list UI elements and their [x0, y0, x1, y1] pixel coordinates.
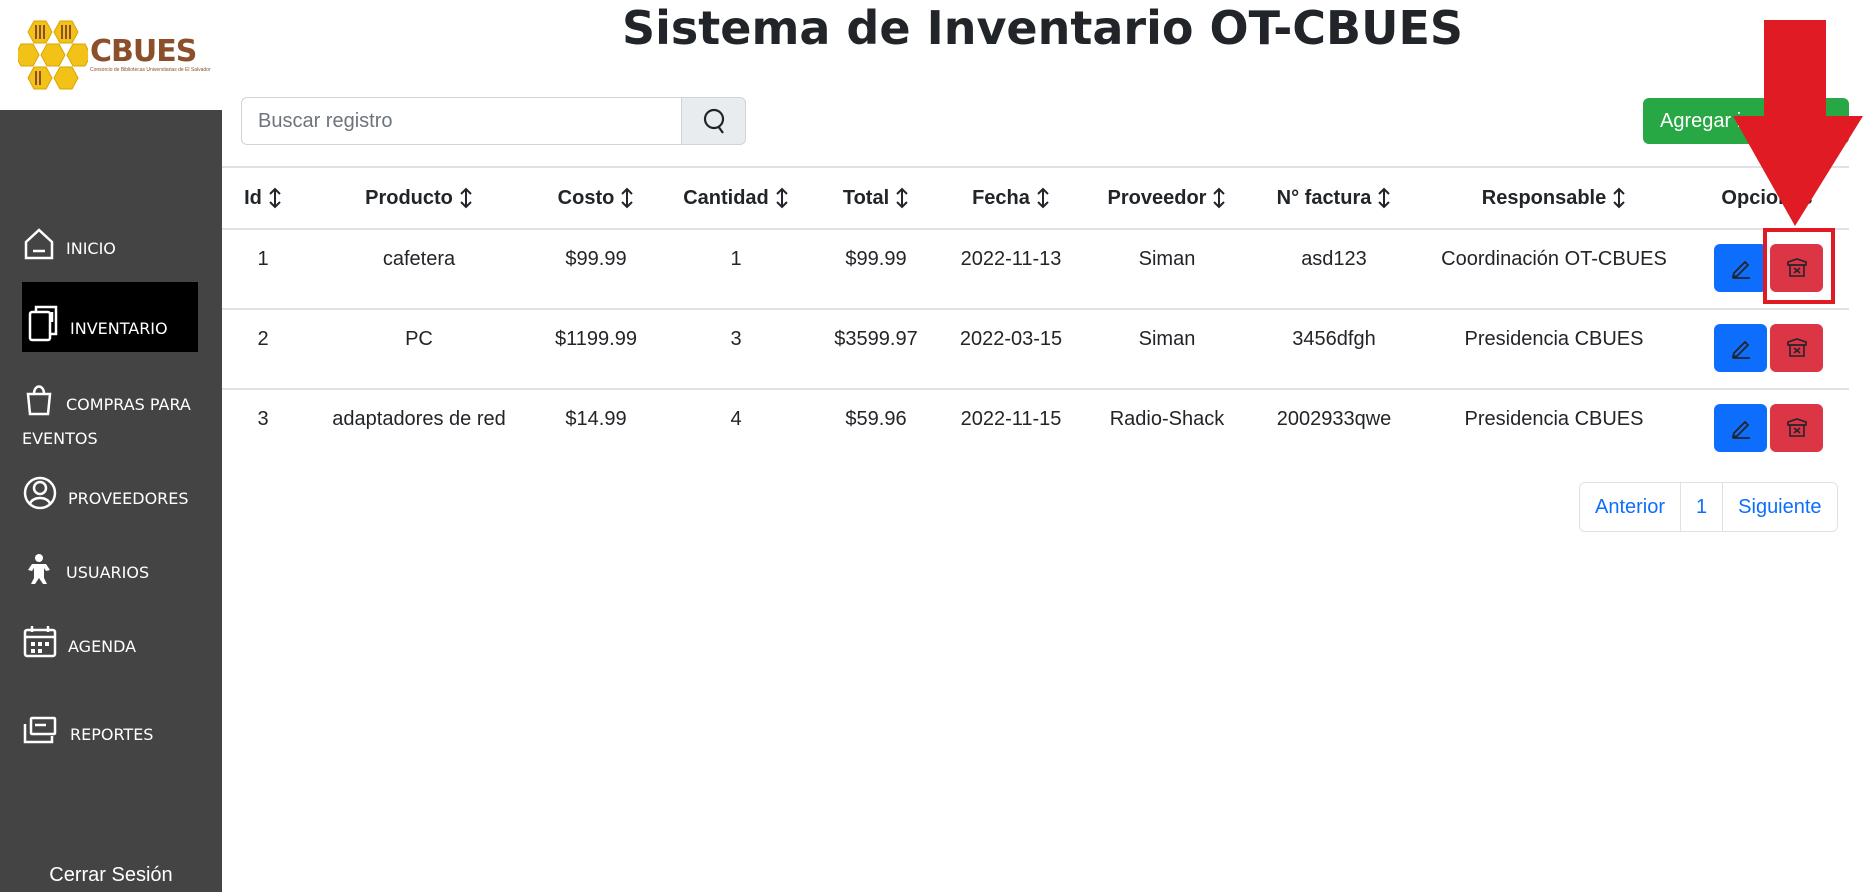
cell-responsable: Presidencia CBUES: [1464, 328, 1644, 350]
column-header-label: Producto: [365, 186, 453, 209]
table-row: 3 adaptadores de red $14.99 4 $59.96 2022-11-…: [222, 390, 1849, 468]
sidebar-item-usuarios[interactable]: USUARIOS: [22, 546, 198, 586]
sidebar-item-label: REPORTES: [70, 725, 154, 744]
column-header-label: Id: [244, 186, 262, 209]
box-delete-icon: [1786, 418, 1807, 437]
logo-subtitle: Consorcio de Bibliotecas Universitarias …: [90, 67, 211, 73]
sort-icon: [1378, 187, 1391, 209]
cell-responsable: Presidencia CBUES: [1464, 408, 1644, 430]
search-input[interactable]: [241, 97, 682, 145]
pencil-icon: [1731, 420, 1750, 439]
cell-responsable: Coordinación OT-CBUES: [1441, 248, 1667, 270]
column-header-label: Total: [842, 186, 890, 209]
column-header-label: Fecha: [972, 186, 1030, 209]
search-button[interactable]: [682, 97, 746, 145]
table-header: Id Producto Costo Cantidad Total Fecha Proveed…: [222, 166, 1849, 230]
sidebar-item-label: USUARIOS: [66, 563, 150, 582]
calendar-icon: [23, 626, 57, 658]
pagination-previous[interactable]: Anterior: [1580, 483, 1682, 531]
person-circle-icon: [23, 476, 57, 510]
column-header-label: Responsable: [1481, 186, 1607, 209]
home-icon: [24, 228, 54, 260]
sidebar-item-label: INICIO: [66, 239, 116, 258]
pencil-icon: [1731, 260, 1750, 279]
box-delete-icon: [1786, 338, 1807, 357]
sidebar-item-reportes[interactable]: REPORTES: [22, 700, 198, 748]
sort-icon: [269, 187, 281, 209]
table-row: 2 PC $1199.99 3 $3599.97 2022-03-15 Siman 3456d…: [222, 310, 1849, 390]
honeycomb-logo-icon: [18, 20, 88, 90]
delete-button[interactable]: [1770, 324, 1823, 372]
sort-icon: [460, 187, 472, 209]
search-group: [241, 97, 746, 145]
book-icon: [28, 305, 58, 342]
pencil-icon: [1731, 340, 1750, 359]
pagination-next[interactable]: Siguiente: [1723, 483, 1836, 531]
edit-button[interactable]: [1714, 324, 1767, 372]
annotation-arrow-icon: [1733, 20, 1863, 226]
sidebar-item-proveedores[interactable]: PROVEEDORES: [22, 470, 198, 512]
column-header-factura[interactable]: N° factura: [1214, 168, 1454, 228]
edit-button[interactable]: [1714, 404, 1767, 452]
sidebar-item-label: PROVEEDORES: [68, 489, 189, 508]
logo: CBUES Consorcio de Bibliotecas Universit…: [0, 0, 222, 110]
edit-button[interactable]: [1714, 244, 1767, 292]
sidebar-item-agenda[interactable]: AGENDA: [22, 616, 198, 660]
pagination: Anterior 1 Siguiente: [1579, 482, 1838, 532]
page-title: Sistema de Inventario OT-CBUES: [621, 1, 1464, 55]
column-header-label: Costo: [557, 186, 615, 209]
logo-text: CBUES: [90, 34, 197, 69]
column-header-label: N° factura: [1276, 186, 1372, 209]
table-row: 1 cafetera $99.99 1 $99.99 2022-11-13 Siman asd…: [222, 230, 1849, 310]
shopping-bag-icon: [26, 385, 52, 416]
child-user-icon: [28, 554, 50, 584]
sidebar-item-label: AGENDA: [68, 637, 137, 656]
mail-card-icon: [23, 716, 57, 744]
column-header-responsable[interactable]: Responsable: [1434, 168, 1674, 228]
column-header-label: Proveedor: [1107, 186, 1207, 209]
inventory-table: Id Producto Costo Cantidad Total Fecha Proveed…: [222, 166, 1849, 468]
delete-button[interactable]: [1770, 404, 1823, 452]
annotation-highlight-box: [1763, 228, 1835, 304]
sort-icon: [1613, 187, 1625, 209]
pagination-page[interactable]: 1: [1681, 483, 1724, 531]
logout-button[interactable]: Cerrar Sesión: [0, 858, 222, 892]
search-icon: [703, 108, 724, 134]
